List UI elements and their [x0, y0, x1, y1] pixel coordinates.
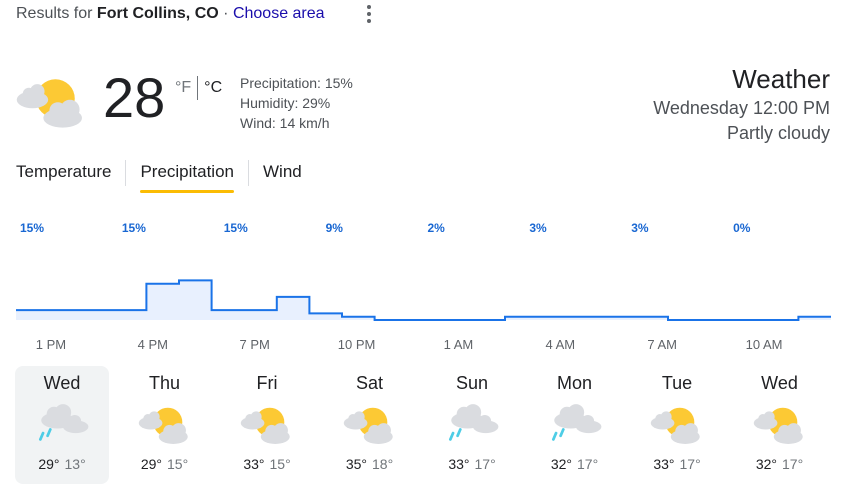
hour-label: 4 AM: [546, 337, 576, 352]
precip-label: 9%: [326, 221, 344, 235]
hour-label: 1 AM: [444, 337, 474, 352]
partly-cloudy-icon: [239, 402, 297, 446]
precipitation-chart: 15% 1 PM 15% 4 PM 15% 7 PM 9% 10 PM 2% 1 AM 3% 4 AM…: [16, 221, 831, 352]
forecast-high: 35°: [345, 456, 367, 472]
forecast-day-7[interactable]: Wed 32° 17°: [733, 366, 827, 484]
forecast-high: 29°: [140, 456, 162, 472]
forecast-temps: 33° 15°: [220, 456, 314, 472]
partly-cloudy-icon: [14, 72, 92, 130]
forecast-high: 33°: [243, 456, 265, 472]
tab-divider: [248, 160, 249, 186]
forecast-low: 17°: [577, 456, 599, 472]
precip-label: 3%: [529, 221, 547, 235]
forecast-day-name: Tue: [661, 373, 693, 393]
precip-label: 2%: [428, 221, 446, 235]
location-name: Fort Collins, CO: [96, 5, 219, 22]
current-temperature: 28: [103, 66, 166, 129]
partly-cloudy-icon: [649, 402, 707, 446]
weather-datetime: Wednesday 12:00 PM: [653, 98, 830, 118]
precip-label: 15%: [224, 221, 248, 235]
daily-forecast: Wed 29° 13° Thu 29° 15° Fri 33° 15° Sat 35° 18° Sun 3…: [15, 366, 835, 484]
tab-precipitation[interactable]: Precipitation: [140, 158, 234, 194]
results-for-bar: Results for Fort Collins, CO · Choose ar…: [16, 5, 325, 23]
forecast-high: 32°: [755, 456, 777, 472]
tab-divider: [125, 160, 127, 186]
precip-label: 3%: [631, 221, 649, 235]
forecast-temps: 29° 13°: [15, 456, 109, 472]
forecast-day-name: Sun: [455, 373, 489, 393]
forecast-low: 15°: [167, 456, 189, 472]
hour-label: 1 PM: [36, 337, 66, 352]
forecast-day-name: Mon: [556, 373, 592, 393]
precip-label: 15%: [122, 221, 146, 235]
forecast-day-4[interactable]: Sun 33° 17°: [425, 366, 519, 484]
forecast-temps: 32° 17°: [528, 456, 622, 472]
forecast-low: 17°: [679, 456, 701, 472]
weather-title: Weather: [732, 64, 830, 94]
forecast-day-name: Wed: [43, 373, 81, 393]
forecast-temps: 32° 17°: [733, 456, 827, 472]
hour-label: 10 AM: [746, 337, 783, 352]
humidity-value: Humidity: 29%: [240, 95, 331, 111]
hour-label: 7 AM: [647, 337, 677, 352]
rain-cloud-icon: [444, 402, 502, 446]
separator-dot: ·: [223, 5, 229, 22]
tab-wind[interactable]: Wind: [263, 158, 302, 194]
results-prefix: Results for: [16, 5, 93, 22]
forecast-day-6[interactable]: Tue 33° 17°: [630, 366, 724, 484]
forecast-low: 15°: [269, 456, 291, 472]
precipitation-area: [16, 280, 831, 320]
forecast-temps: 29° 15°: [118, 456, 212, 472]
precip-label: 15%: [20, 221, 44, 235]
forecast-low: 17°: [474, 456, 496, 472]
unit-toggle: °F °C: [175, 76, 222, 100]
unit-divider: [197, 76, 199, 100]
forecast-day-name: Thu: [148, 373, 181, 393]
forecast-low: 13°: [64, 456, 86, 472]
hour-label: 7 PM: [240, 337, 270, 352]
forecast-day-name: Wed: [761, 373, 798, 393]
weather-condition: Partly cloudy: [726, 123, 830, 143]
hour-label: 10 PM: [338, 337, 376, 352]
partly-cloudy-icon: [137, 402, 195, 446]
forecast-high: 33°: [448, 456, 470, 472]
forecast-temps: 33° 17°: [630, 456, 724, 472]
forecast-high: 29°: [38, 456, 60, 472]
wind-value: Wind: 14 km/h: [240, 115, 330, 131]
rain-cloud-icon: [547, 402, 605, 446]
unit-celsius-button[interactable]: °C: [204, 79, 222, 97]
tab-temperature[interactable]: Temperature: [16, 158, 111, 194]
rain-cloud-icon: [34, 402, 92, 446]
forecast-low: 18°: [372, 456, 394, 472]
forecast-day-name: Sat: [355, 373, 384, 393]
forecast-day-5[interactable]: Mon 32° 17°: [528, 366, 622, 484]
forecast-day-0[interactable]: Wed 29° 13°: [15, 366, 109, 484]
forecast-day-name: Fri: [256, 373, 278, 393]
forecast-day-1[interactable]: Thu 29° 15°: [118, 366, 212, 484]
precipitation-value: Precipitation: 15%: [240, 75, 353, 91]
unit-fahrenheit-button[interactable]: °F: [175, 79, 191, 97]
partly-cloudy-icon: [752, 402, 810, 446]
forecast-temps: 33° 17°: [425, 456, 519, 472]
hour-label: 4 PM: [138, 337, 168, 352]
precip-label: 0%: [733, 221, 751, 235]
forecast-high: 32°: [550, 456, 572, 472]
weather-tabs: Temperature Precipitation Wind: [16, 158, 302, 196]
forecast-low: 17°: [782, 456, 804, 472]
forecast-high: 33°: [653, 456, 675, 472]
current-details: Precipitation: 15% Humidity: 29% Wind: 1…: [240, 73, 353, 133]
forecast-day-3[interactable]: Sat 35° 18°: [323, 366, 417, 484]
more-options-icon[interactable]: [359, 2, 379, 26]
forecast-temps: 35° 18°: [323, 456, 417, 472]
forecast-day-2[interactable]: Fri 33° 15°: [220, 366, 314, 484]
partly-cloudy-icon: [342, 402, 400, 446]
choose-area-link[interactable]: Choose area: [233, 5, 325, 22]
